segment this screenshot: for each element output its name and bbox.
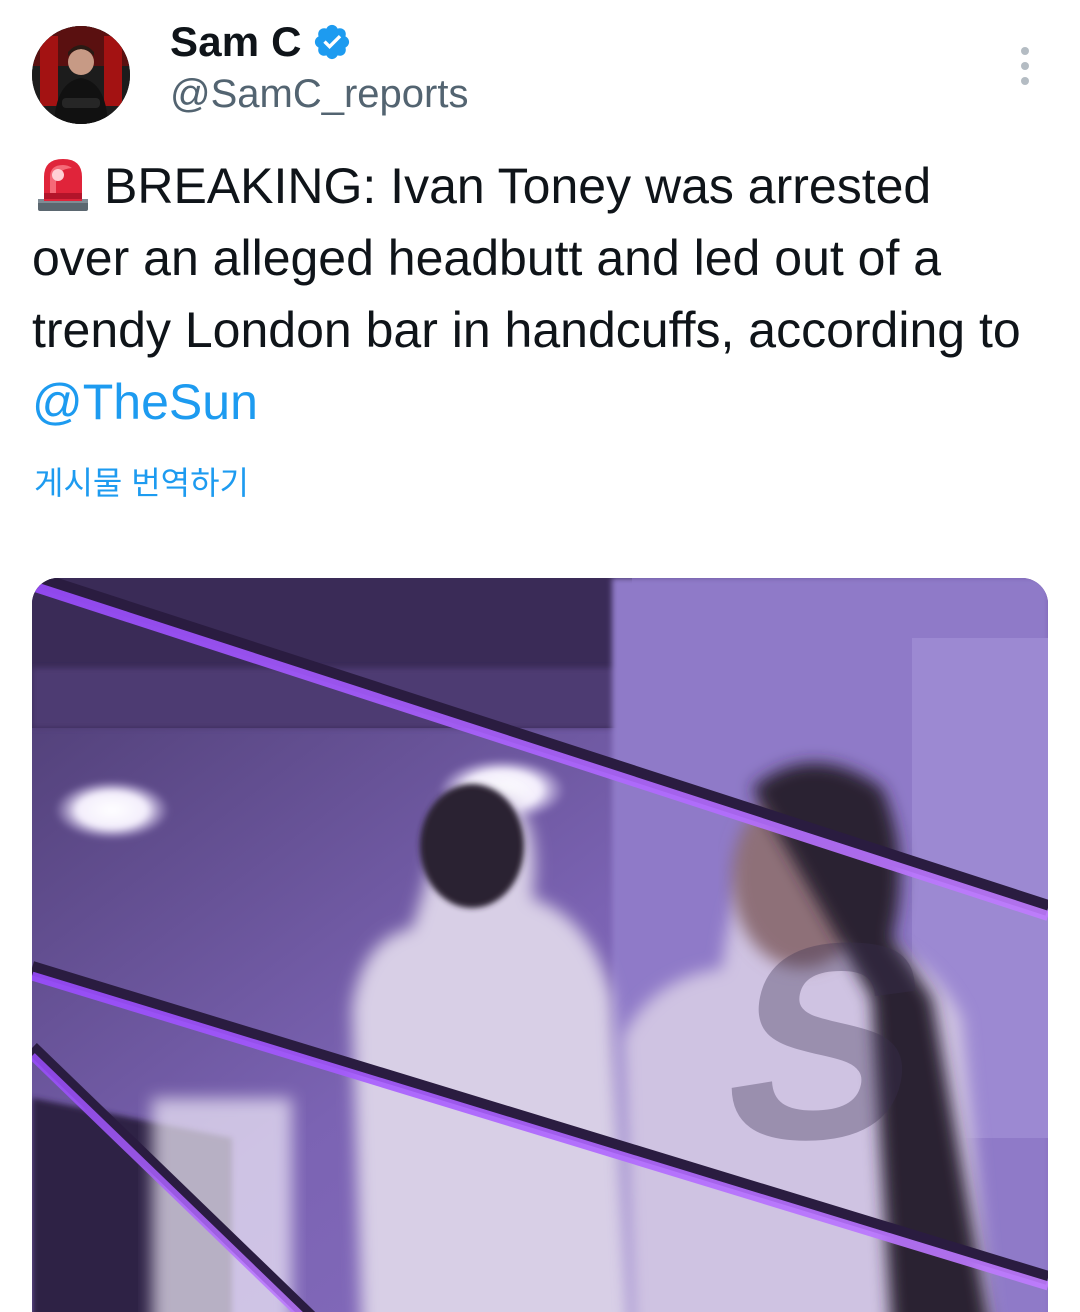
author-name-row[interactable]: Sam C [170, 14, 352, 70]
more-dot-icon [1021, 77, 1029, 85]
more-options-button[interactable] [1005, 42, 1045, 90]
tweet-body-text: BREAKING: Ivan Toney was arrested over a… [32, 158, 1021, 358]
avatar-image [32, 26, 130, 124]
tweet: Sam C @SamC_reports BREAKING: Ivan Toney… [0, 0, 1080, 1312]
tweet-text: BREAKING: Ivan Toney was arrested over a… [32, 150, 1042, 438]
avatar[interactable] [32, 26, 130, 124]
photo-scene: S [32, 578, 1048, 1312]
more-dot-icon [1021, 47, 1029, 55]
translate-post-link[interactable]: 게시물 번역하기 [34, 458, 249, 504]
verified-badge-icon [312, 22, 352, 62]
tweet-media-photo[interactable]: S [32, 578, 1048, 1312]
rotating-light-icon [32, 155, 94, 213]
more-dot-icon [1021, 62, 1029, 70]
display-name[interactable]: Sam C [170, 18, 302, 66]
mention-link[interactable]: @TheSun [32, 374, 258, 430]
author-handle[interactable]: @SamC_reports [170, 72, 468, 117]
